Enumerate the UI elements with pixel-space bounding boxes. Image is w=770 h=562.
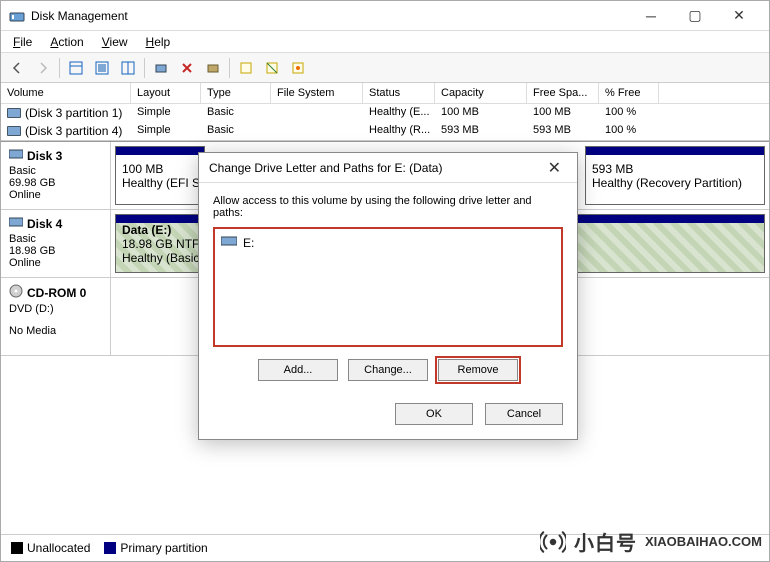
legend: Unallocated Primary partition: [1, 534, 769, 561]
drive-icon: [221, 235, 237, 250]
close-button[interactable]: ✕: [717, 2, 761, 30]
column-header-layout[interactable]: Layout: [131, 83, 201, 103]
column-header-pfree[interactable]: % Free: [599, 83, 659, 103]
menu-view[interactable]: View: [94, 33, 136, 51]
add-button[interactable]: Add...: [258, 359, 338, 381]
toolbar: [1, 53, 769, 83]
forward-button[interactable]: [31, 56, 55, 80]
legend-swatch-unallocated: [11, 542, 23, 554]
column-header-status[interactable]: Status: [363, 83, 435, 103]
volume-row[interactable]: (Disk 3 partition 4) Simple Basic Health…: [1, 122, 769, 140]
toolbar-icon[interactable]: [116, 56, 140, 80]
column-header-volume[interactable]: Volume: [1, 83, 131, 103]
volume-icon: [7, 126, 21, 136]
refresh-button[interactable]: [149, 56, 173, 80]
disk-header[interactable]: Disk 4 Basic 18.98 GB Online: [1, 210, 111, 277]
column-header-fs[interactable]: File System: [271, 83, 363, 103]
disk-header[interactable]: CD-ROM 0 DVD (D:) No Media: [1, 278, 111, 355]
toolbar-icon[interactable]: [260, 56, 284, 80]
back-button[interactable]: [5, 56, 29, 80]
volume-icon: [7, 108, 21, 118]
dialog-message: Allow access to this volume by using the…: [213, 195, 563, 219]
disk-icon: [9, 216, 23, 231]
column-header-capacity[interactable]: Capacity: [435, 83, 527, 103]
cancel-button[interactable]: Cancel: [485, 403, 563, 425]
disk-header[interactable]: Disk 3 Basic 69.98 GB Online: [1, 142, 111, 209]
column-header-free[interactable]: Free Spa...: [527, 83, 599, 103]
dialog-title: Change Drive Letter and Paths for E: (Da…: [209, 161, 542, 175]
volume-list: Volume Layout Type File System Status Ca…: [1, 83, 769, 141]
toolbar-icon[interactable]: [286, 56, 310, 80]
volume-list-header: Volume Layout Type File System Status Ca…: [1, 83, 769, 104]
partition[interactable]: 593 MB Healthy (Recovery Partition): [585, 146, 765, 205]
drive-letter-item[interactable]: E:: [219, 233, 557, 252]
menu-action[interactable]: Action: [42, 33, 91, 51]
menu-help[interactable]: Help: [138, 33, 179, 51]
toolbar-icon[interactable]: [201, 56, 225, 80]
legend-swatch-primary: [104, 542, 116, 554]
toolbar-icon[interactable]: [64, 56, 88, 80]
column-header-type[interactable]: Type: [201, 83, 271, 103]
menubar: File Action View Help: [1, 31, 769, 53]
volume-row[interactable]: (Disk 3 partition 1) Simple Basic Health…: [1, 104, 769, 122]
dialog-titlebar: Change Drive Letter and Paths for E: (Da…: [199, 153, 577, 183]
partition[interactable]: 100 MB Healthy (EFI Sys: [115, 146, 205, 205]
cdrom-icon: [9, 284, 23, 301]
change-drive-letter-dialog: Change Drive Letter and Paths for E: (Da…: [198, 152, 578, 440]
toolbar-icon[interactable]: [90, 56, 114, 80]
toolbar-icon[interactable]: [234, 56, 258, 80]
window-title: Disk Management: [31, 9, 629, 23]
menu-file[interactable]: File: [5, 33, 40, 51]
remove-button[interactable]: Remove: [438, 359, 518, 381]
ok-button[interactable]: OK: [395, 403, 473, 425]
drive-letter-list[interactable]: E:: [213, 227, 563, 347]
delete-icon[interactable]: [175, 56, 199, 80]
minimize-button[interactable]: ─: [629, 2, 673, 30]
change-button[interactable]: Change...: [348, 359, 428, 381]
app-icon: [9, 8, 25, 24]
dialog-close-button[interactable]: ✕: [542, 158, 567, 178]
titlebar: Disk Management ─ ▢ ✕: [1, 1, 769, 31]
disk-icon: [9, 148, 23, 163]
maximize-button[interactable]: ▢: [673, 2, 717, 30]
